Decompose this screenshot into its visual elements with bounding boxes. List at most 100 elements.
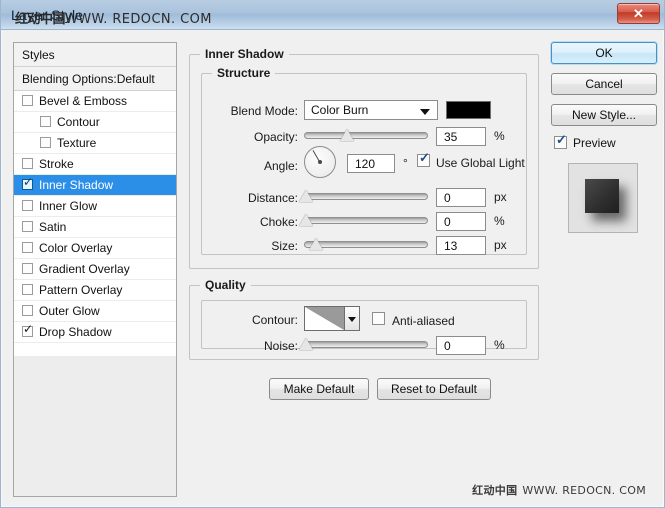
blend-mode-select[interactable]: Color Burn	[304, 100, 438, 120]
cancel-button[interactable]: Cancel	[551, 73, 657, 95]
opacity-slider-thumb[interactable]	[340, 129, 354, 141]
bottom-watermark: 红动中国 WWW. REDOCN. COM	[472, 482, 646, 498]
chevron-down-icon	[420, 109, 430, 115]
contour-dropdown-button[interactable]	[345, 306, 360, 331]
styles-list-empty-area	[14, 356, 176, 496]
size-label: Size:	[206, 239, 298, 253]
bottom-watermark-url: WWW. REDOCN. COM	[522, 484, 646, 497]
contour-label: Contour:	[206, 313, 298, 327]
size-input[interactable]: 13	[436, 236, 486, 255]
close-icon[interactable]: ✕	[617, 3, 660, 24]
structure-group: Structure Blend Mode: Color Burn Opacity…	[201, 73, 527, 255]
distance-slider[interactable]	[304, 189, 428, 203]
style-label: Stroke	[39, 157, 74, 171]
checkbox-outer-glow[interactable]	[22, 305, 33, 316]
angle-dial[interactable]	[304, 146, 336, 178]
style-row-color-overlay[interactable]: Color Overlay	[14, 238, 176, 259]
layer-style-dialog: Layer Style 红动中国WWW. REDOCN. COM ✕ Style…	[0, 0, 665, 508]
angle-dial-hub	[318, 160, 322, 164]
checkbox-satin[interactable]	[22, 221, 33, 232]
checkbox-color-overlay[interactable]	[22, 242, 33, 253]
checkbox-stroke[interactable]	[22, 158, 33, 169]
styles-list-panel: Styles Blending Options:Default Bevel & …	[13, 42, 177, 497]
opacity-unit: %	[494, 129, 505, 143]
noise-slider[interactable]	[304, 337, 428, 351]
style-label: Color Overlay	[39, 241, 112, 255]
dialog-buttons-column: OK Cancel New Style... Preview	[551, 42, 657, 233]
blending-options-row[interactable]: Blending Options:Default	[14, 67, 176, 91]
style-row-gradient-overlay[interactable]: Gradient Overlay	[14, 259, 176, 280]
style-row-drop-shadow[interactable]: Drop Shadow	[14, 322, 176, 343]
style-row-stroke[interactable]: Stroke	[14, 154, 176, 175]
contour-preview[interactable]	[304, 306, 345, 331]
checkbox-inner-shadow[interactable]	[22, 179, 33, 190]
size-unit: px	[494, 238, 507, 252]
distance-slider-thumb[interactable]	[299, 190, 313, 202]
style-label: Texture	[57, 136, 96, 150]
noise-slider-thumb[interactable]	[299, 338, 313, 350]
preview-checkbox[interactable]	[554, 136, 567, 149]
checkbox-bevel-emboss[interactable]	[22, 95, 33, 106]
new-style-button[interactable]: New Style...	[551, 104, 657, 126]
angle-input[interactable]: 120	[347, 154, 395, 173]
settings-area: Inner Shadow Structure Blend Mode: Color…	[189, 40, 539, 395]
choke-slider-track	[304, 217, 428, 224]
style-row-contour[interactable]: Contour	[14, 112, 176, 133]
chevron-down-icon	[348, 317, 356, 322]
bottom-watermark-cn: 红动中国	[472, 484, 517, 497]
dialog-content: Styles Blending Options:Default Bevel & …	[1, 30, 664, 507]
choke-slider[interactable]	[304, 213, 428, 227]
style-label: Contour	[57, 115, 100, 129]
noise-label: Noise:	[206, 339, 298, 353]
style-row-texture[interactable]: Texture	[14, 133, 176, 154]
shadow-color-swatch[interactable]	[446, 101, 491, 119]
preview-thumbnail	[568, 163, 638, 233]
style-row-inner-shadow[interactable]: Inner Shadow	[14, 175, 176, 196]
ok-button[interactable]: OK	[551, 42, 657, 64]
distance-input[interactable]: 0	[436, 188, 486, 207]
distance-unit: px	[494, 190, 507, 204]
opacity-input[interactable]: 35	[436, 127, 486, 146]
checkbox-gradient-overlay[interactable]	[22, 263, 33, 274]
checkbox-drop-shadow[interactable]	[22, 326, 33, 337]
angle-label: Angle:	[206, 159, 298, 173]
preview-toggle[interactable]: Preview	[551, 135, 657, 155]
preview-label: Preview	[573, 136, 616, 150]
noise-input[interactable]: 0	[436, 336, 486, 355]
noise-unit: %	[494, 338, 505, 352]
style-row-outer-glow[interactable]: Outer Glow	[14, 301, 176, 322]
use-global-light-checkbox[interactable]	[417, 154, 430, 167]
checkbox-inner-glow[interactable]	[22, 200, 33, 211]
preview-shape	[585, 179, 619, 213]
anti-aliased-checkbox[interactable]	[372, 312, 385, 325]
anti-aliased-label: Anti-aliased	[392, 314, 455, 328]
style-row-bevel-emboss[interactable]: Bevel & Emboss	[14, 91, 176, 112]
quality-outer-group: Quality Contour: Anti-aliased Noise:	[189, 285, 539, 360]
structure-legend: Structure	[212, 66, 275, 80]
choke-input[interactable]: 0	[436, 212, 486, 231]
title-watermark-cn: 红动中国	[15, 12, 65, 27]
checkbox-texture[interactable]	[40, 137, 51, 148]
size-slider[interactable]	[304, 237, 428, 251]
quality-group: Contour: Anti-aliased Noise: 0	[201, 300, 527, 349]
reset-to-default-button[interactable]: Reset to Default	[377, 378, 491, 400]
use-global-light-label: Use Global Light	[436, 156, 525, 170]
size-slider-thumb[interactable]	[309, 238, 323, 250]
blend-mode-label: Blend Mode:	[206, 104, 298, 118]
choke-slider-thumb[interactable]	[299, 214, 313, 226]
style-label: Gradient Overlay	[39, 262, 130, 276]
style-row-inner-glow[interactable]: Inner Glow	[14, 196, 176, 217]
title-watermark-url: WWW. REDOCN. COM	[65, 12, 212, 27]
checkbox-contour[interactable]	[40, 116, 51, 127]
noise-slider-track	[304, 341, 428, 348]
style-row-satin[interactable]: Satin	[14, 217, 176, 238]
quality-legend: Quality	[200, 278, 251, 292]
make-default-button[interactable]: Make Default	[269, 378, 369, 400]
style-label: Pattern Overlay	[39, 283, 122, 297]
inner-shadow-group: Inner Shadow Structure Blend Mode: Color…	[189, 54, 539, 269]
opacity-slider[interactable]	[304, 128, 428, 142]
checkbox-pattern-overlay[interactable]	[22, 284, 33, 295]
distance-slider-track	[304, 193, 428, 200]
style-label: Bevel & Emboss	[39, 94, 127, 108]
style-row-pattern-overlay[interactable]: Pattern Overlay	[14, 280, 176, 301]
